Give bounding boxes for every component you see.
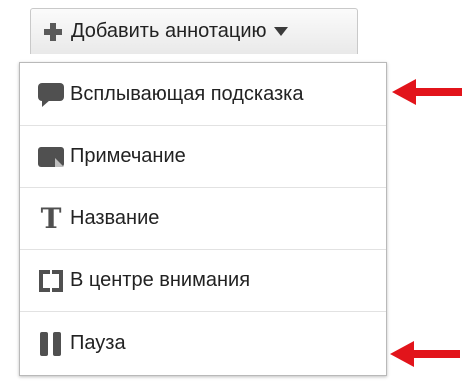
menu-item-pause[interactable]: Пауза	[20, 311, 386, 375]
menu-item-title[interactable]: T Название	[20, 187, 386, 249]
menu-item-speech-bubble[interactable]: Всплывающая подсказка	[20, 63, 386, 125]
annotation-menu: Всплывающая подсказка Примечание T Назва…	[19, 62, 387, 376]
menu-item-label: Примечание	[70, 145, 186, 167]
red-arrow-icon	[392, 79, 462, 105]
note-icon	[38, 144, 64, 170]
menu-item-label: Пауза	[70, 332, 126, 354]
add-annotation-label: Добавить аннотацию	[71, 20, 267, 42]
title-text-icon: T	[40, 201, 62, 235]
plus-icon	[43, 22, 63, 42]
menu-item-label: Всплывающая подсказка	[70, 82, 304, 105]
add-annotation-button[interactable]: Добавить аннотацию	[30, 8, 358, 54]
red-arrow-icon	[390, 341, 460, 367]
spotlight-icon	[38, 268, 64, 294]
caret-down-icon	[273, 27, 288, 36]
menu-item-note[interactable]: Примечание	[20, 125, 386, 187]
speech-bubble-icon	[38, 81, 64, 107]
pause-icon	[38, 331, 64, 357]
menu-item-label: В центре внимания	[70, 269, 251, 291]
menu-item-spotlight[interactable]: В центре внимания	[20, 249, 386, 311]
menu-item-label: Название	[70, 207, 160, 229]
